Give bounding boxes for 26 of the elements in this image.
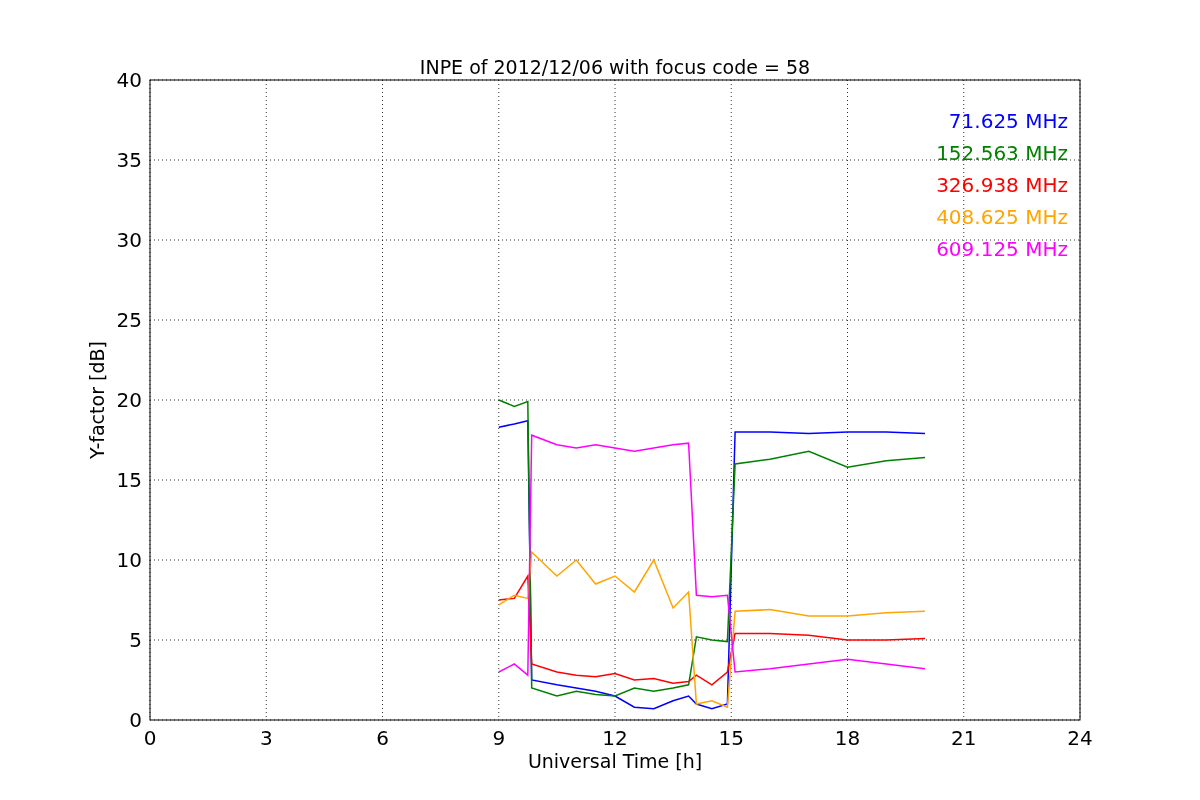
- x-tick-label: 12: [602, 726, 628, 750]
- x-axis-label: Universal Time [h]: [527, 750, 703, 772]
- x-tick-label: 6: [376, 726, 389, 750]
- y-tick-label: 25: [116, 308, 142, 332]
- x-tick-label: 15: [718, 726, 744, 750]
- x-tick-label: 3: [259, 726, 273, 750]
- legend-label: 71.625 MHz: [948, 109, 1068, 133]
- x-tick-label: 21: [951, 726, 977, 750]
- legend-label: 152.563 MHz: [936, 141, 1068, 165]
- y-tick-label: 35: [116, 148, 142, 172]
- y-tick-label: 30: [116, 228, 142, 252]
- y-tick-label: 0: [129, 708, 142, 732]
- y-tick-label: 10: [116, 548, 142, 572]
- x-tick-label: 9: [492, 726, 506, 750]
- y-tick-label: 40: [116, 68, 142, 92]
- x-tick-label: 18: [834, 726, 861, 750]
- y-tick-label: 15: [116, 468, 142, 492]
- chart-title: INPE of 2012/12/06 with focus code = 58: [419, 56, 811, 78]
- y-tick-label: 20: [116, 388, 142, 412]
- legend-label: 609.125 MHz: [936, 237, 1068, 261]
- legend-label: 408.625 MHz: [936, 205, 1068, 229]
- x-tick-label: 0: [143, 726, 157, 750]
- legend-label: 326.938 MHz: [936, 173, 1068, 197]
- x-tick-label: 24: [1067, 726, 1093, 750]
- y-tick-label: 5: [129, 628, 142, 652]
- y-axis-label: Y-factor [dB]: [86, 341, 108, 459]
